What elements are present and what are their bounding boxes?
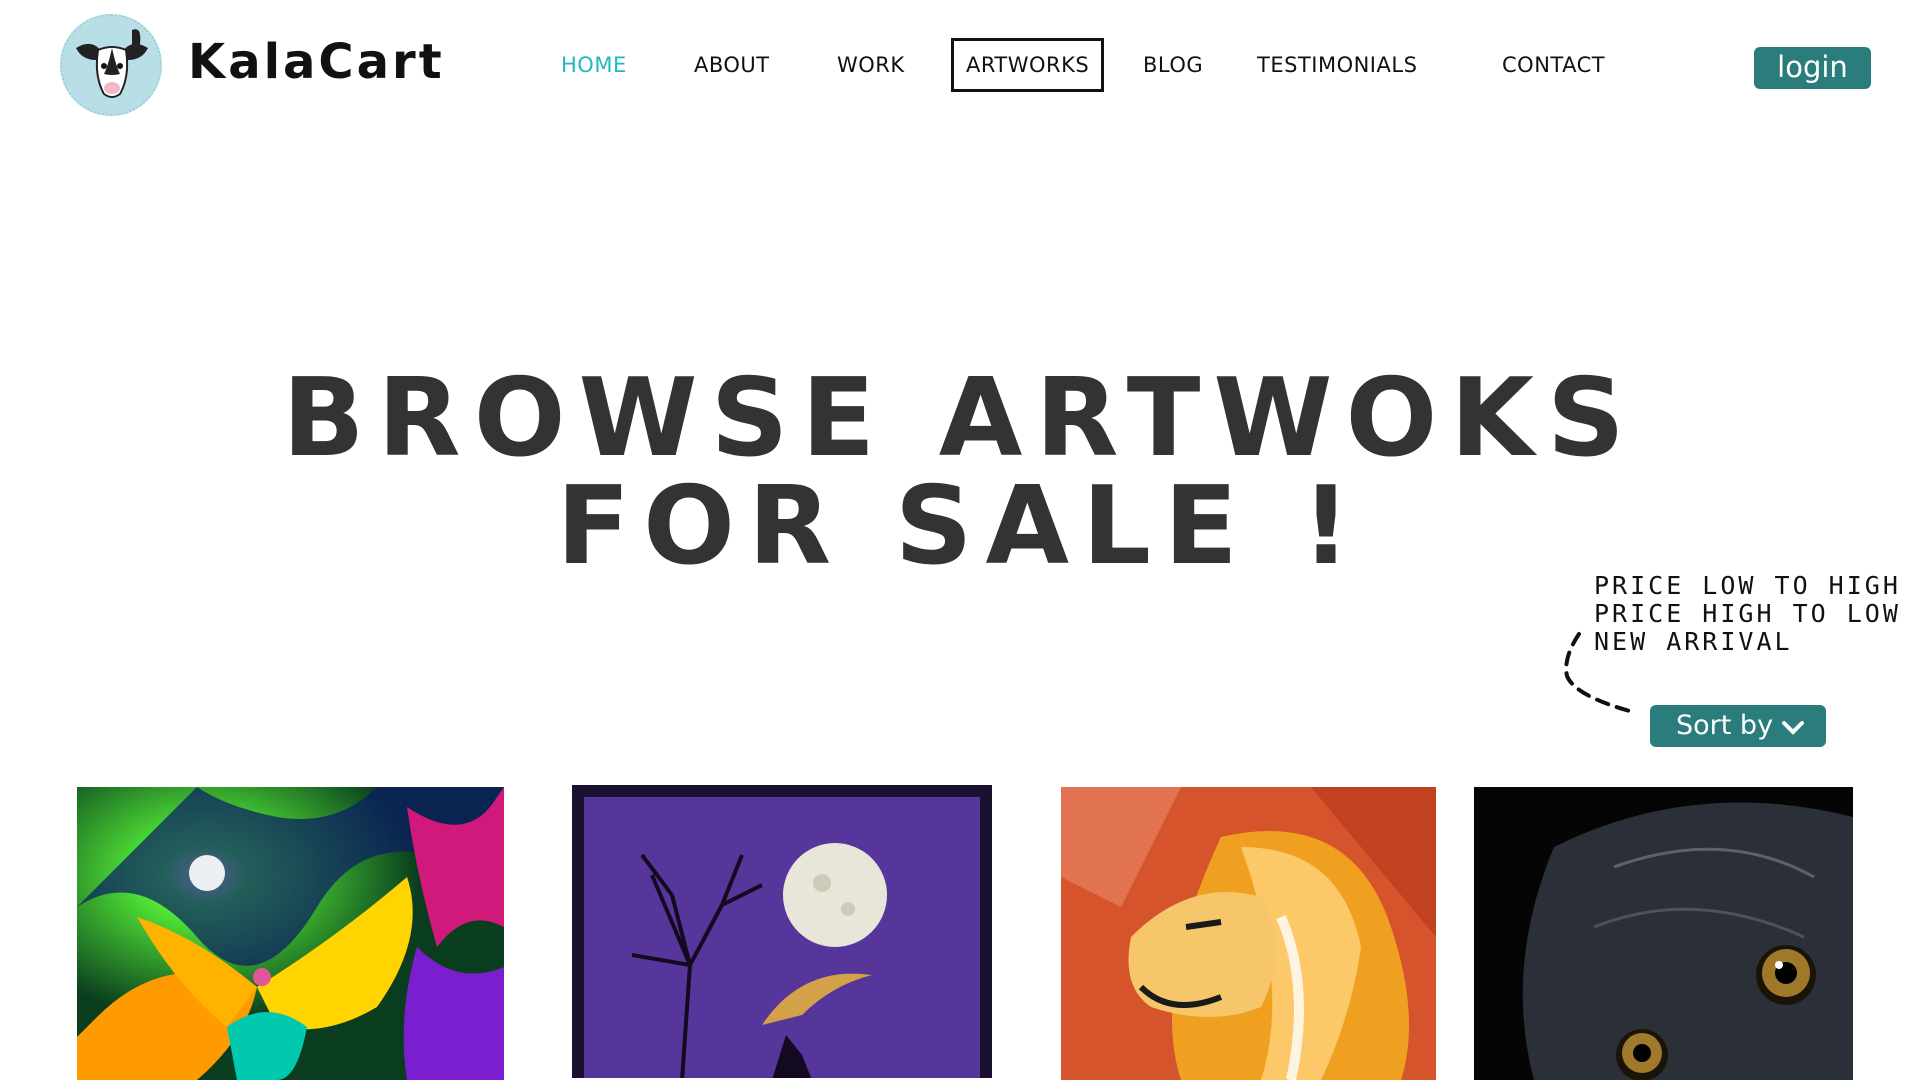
- chevron-down-icon: [1782, 721, 1804, 735]
- sort-option-price-high-low[interactable]: PRICE HIGH TO LOW: [1594, 600, 1901, 628]
- nav-about[interactable]: ABOUT: [694, 38, 770, 92]
- sort-option-new-arrival[interactable]: NEW ARRIVAL: [1594, 628, 1901, 656]
- page-title-line-2: FOR SALE !: [556, 464, 1364, 589]
- page-title: BROWSE ARTWOKS FOR SALE !: [0, 365, 1920, 581]
- fairy-painting-image: [77, 787, 504, 1080]
- monkey-painting-image: [1474, 787, 1853, 1080]
- goat-logo-icon[interactable]: [60, 14, 162, 116]
- moon-tree-painting-image: [572, 785, 992, 1078]
- login-button[interactable]: login: [1754, 47, 1871, 89]
- sort-option-price-low-high[interactable]: PRICE LOW TO HIGH: [1594, 572, 1901, 600]
- nav-blog[interactable]: BLOG: [1143, 38, 1203, 92]
- sort-options-list: PRICE LOW TO HIGH PRICE HIGH TO LOW NEW …: [1594, 572, 1901, 656]
- dashed-arrow-decoration: [1564, 632, 1635, 714]
- nav-contact[interactable]: CONTACT: [1502, 38, 1605, 92]
- brand-name[interactable]: KalaCart: [188, 34, 445, 90]
- artwork-card-monkey[interactable]: [1474, 787, 1853, 1080]
- nav-testimonials[interactable]: TESTIMONIALS: [1257, 38, 1417, 92]
- nav-work[interactable]: WORK: [837, 38, 905, 92]
- page-title-line-1: BROWSE ARTWOKS: [282, 356, 1638, 481]
- lion-painting-image: [1061, 787, 1436, 1080]
- sort-by-button[interactable]: Sort by: [1650, 705, 1826, 747]
- artwork-card-moon-tree[interactable]: [572, 785, 992, 1078]
- artwork-card-fairy[interactable]: [77, 787, 504, 1080]
- nav-artworks[interactable]: ARTWORKS: [951, 38, 1105, 92]
- nav-home[interactable]: HOME: [561, 38, 627, 92]
- artwork-card-lion[interactable]: [1061, 787, 1436, 1080]
- sort-by-label: Sort by: [1676, 710, 1774, 741]
